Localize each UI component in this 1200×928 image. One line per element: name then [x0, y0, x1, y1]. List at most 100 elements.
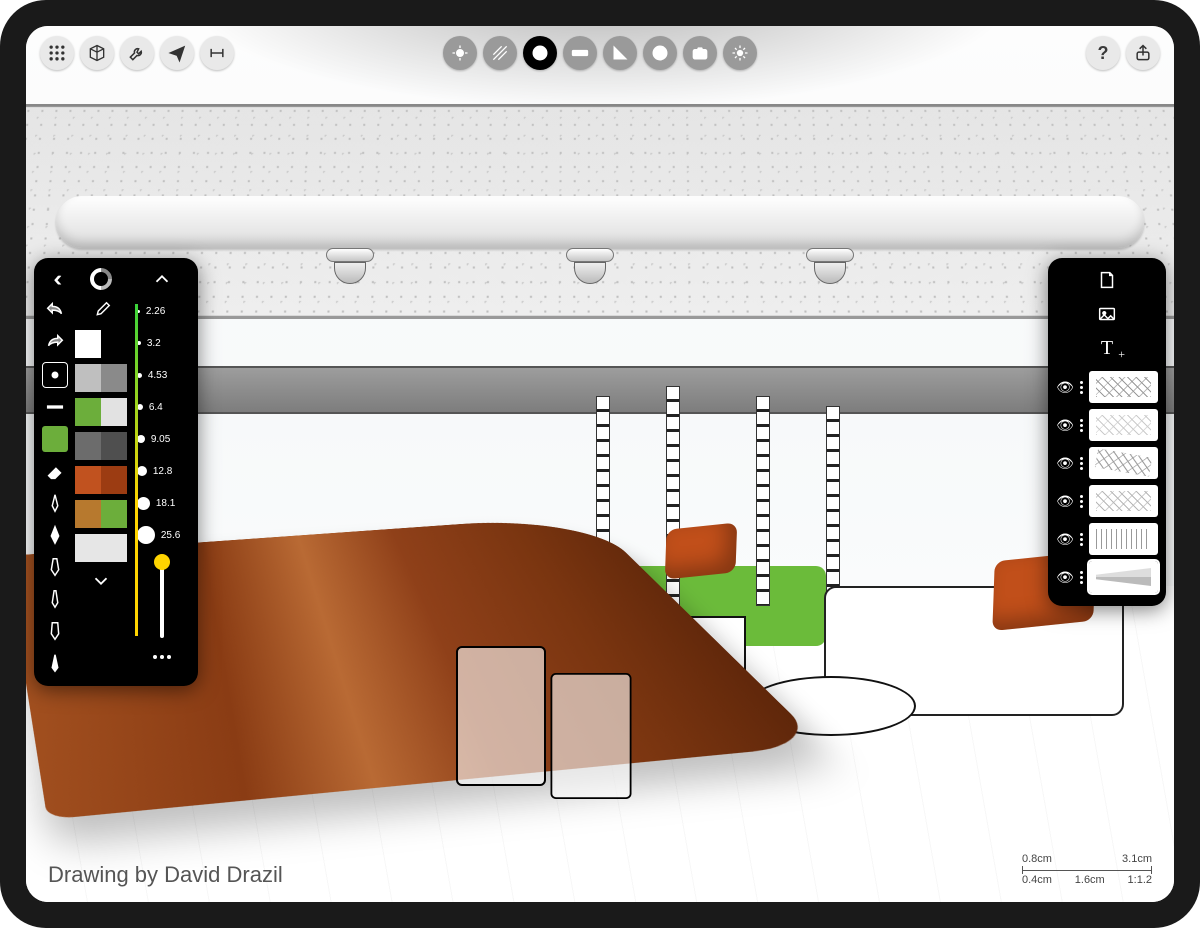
- layer-thumbnail[interactable]: [1089, 561, 1158, 593]
- canvas-lamp: [806, 248, 854, 288]
- layer-row[interactable]: 👁: [1054, 482, 1160, 520]
- visibility-icon[interactable]: 👁: [1056, 493, 1074, 510]
- pen-brush-icon[interactable]: [42, 522, 68, 548]
- eyedropper-icon[interactable]: [88, 298, 114, 324]
- chevron-up-icon[interactable]: [149, 266, 175, 292]
- scale-val: 3.1cm: [1122, 852, 1152, 867]
- text-layer-icon[interactable]: T+: [1095, 336, 1119, 360]
- wrench-icon[interactable]: [120, 36, 154, 70]
- canvas-lamp: [566, 248, 614, 288]
- brush-size-option[interactable]: 12.8: [133, 458, 192, 484]
- swatch-row[interactable]: [75, 432, 127, 460]
- brush-size-option[interactable]: 6.4: [133, 394, 192, 420]
- ruler-icon[interactable]: [563, 36, 597, 70]
- layer-row[interactable]: 👁: [1054, 368, 1160, 406]
- brush-size-option[interactable]: 18.1: [133, 490, 192, 516]
- drawing-canvas[interactable]: [26, 26, 1174, 902]
- pen-fine-icon[interactable]: [42, 490, 68, 516]
- scale-val: 1.6cm: [1075, 873, 1105, 888]
- camera-icon[interactable]: [683, 36, 717, 70]
- visibility-icon[interactable]: 👁: [1056, 569, 1074, 586]
- canvas-tree: [826, 406, 840, 596]
- gear-icon[interactable]: [723, 36, 757, 70]
- size-label: 12.8: [153, 466, 172, 477]
- brush-size-option[interactable]: 4.53: [133, 362, 192, 388]
- brush-size-option[interactable]: 9.05: [133, 426, 192, 452]
- hatch-icon[interactable]: [483, 36, 517, 70]
- swatch-row[interactable]: [75, 398, 127, 426]
- chevron-down-icon[interactable]: [88, 568, 114, 594]
- redo-icon[interactable]: [42, 330, 68, 356]
- layer-options-icon[interactable]: [1080, 571, 1083, 584]
- visibility-icon[interactable]: 👁: [1056, 531, 1074, 548]
- layer-options-icon[interactable]: [1080, 381, 1083, 394]
- layer-thumbnail[interactable]: [1089, 447, 1158, 479]
- share-icon[interactable]: [1126, 36, 1160, 70]
- grid-icon[interactable]: [40, 36, 74, 70]
- swatch-row[interactable]: [75, 500, 127, 528]
- move-3d-icon[interactable]: [443, 36, 477, 70]
- layer-options-icon[interactable]: [1080, 495, 1083, 508]
- layer-thumbnail[interactable]: [1089, 523, 1158, 555]
- measure-tool-icon[interactable]: [200, 36, 234, 70]
- layer-row[interactable]: 👁: [1054, 558, 1160, 596]
- swatch-row[interactable]: [75, 364, 127, 392]
- new-layer-icon[interactable]: [1095, 268, 1119, 292]
- drawing-credit: Drawing by David Drazil: [48, 862, 283, 888]
- brush-preset-line[interactable]: [42, 394, 68, 420]
- undo-icon[interactable]: [42, 298, 68, 324]
- collapse-palette[interactable]: ‹‹: [53, 266, 56, 292]
- layer-row[interactable]: 👁: [1054, 520, 1160, 558]
- scale-ratio: 1:1.2: [1128, 873, 1152, 888]
- swatch-row[interactable]: [75, 466, 127, 494]
- toolbar-right: ?: [1086, 36, 1160, 70]
- scale-indicator: 0.8cm 3.1cm 0.4cm 1.6cm 1:1.2: [1022, 852, 1152, 888]
- pen-technical-icon[interactable]: [42, 586, 68, 612]
- canvas-tree: [666, 386, 680, 626]
- brush-size-option[interactable]: 2.26: [133, 298, 192, 324]
- brush-size-option[interactable]: 25.6: [133, 522, 192, 548]
- clock-icon[interactable]: [523, 36, 557, 70]
- layer-thumbnail[interactable]: [1089, 409, 1158, 441]
- layer-row[interactable]: 👁: [1054, 406, 1160, 444]
- size-label: 25.6: [161, 530, 180, 541]
- brush-size-slider[interactable]: [160, 558, 164, 638]
- swatch-row[interactable]: [75, 330, 127, 358]
- pen-air-icon[interactable]: [42, 618, 68, 644]
- tablet-frame: ? ‹‹: [0, 0, 1200, 928]
- layer-options-icon[interactable]: [1080, 419, 1083, 432]
- layer-options-icon[interactable]: [1080, 457, 1083, 470]
- swatch-row[interactable]: [75, 534, 127, 562]
- visibility-icon[interactable]: 👁: [1056, 455, 1074, 472]
- canvas-lamp: [326, 248, 374, 288]
- brush-size-option[interactable]: 3.2: [133, 330, 192, 356]
- tool-palette: ‹‹: [34, 258, 198, 686]
- help-icon[interactable]: ?: [1086, 36, 1120, 70]
- scale-val: 0.8cm: [1022, 852, 1052, 867]
- scale-val: 0.4cm: [1022, 873, 1052, 888]
- fill-bucket-icon[interactable]: [42, 426, 68, 452]
- image-layer-icon[interactable]: [1095, 302, 1119, 326]
- brush-preset-dot[interactable]: [42, 362, 68, 388]
- pen-marker-icon[interactable]: [42, 554, 68, 580]
- canvas-pillow: [665, 522, 737, 579]
- text-glyph: T: [1101, 337, 1113, 360]
- cube-icon[interactable]: [80, 36, 114, 70]
- eraser-icon[interactable]: [42, 458, 68, 484]
- visibility-icon[interactable]: 👁: [1056, 417, 1074, 434]
- set-square-icon[interactable]: [603, 36, 637, 70]
- layer-thumbnail[interactable]: [1089, 485, 1158, 517]
- toolbar-center: [443, 36, 757, 70]
- more-icon[interactable]: [149, 644, 175, 670]
- pen-ink-icon[interactable]: [42, 650, 68, 676]
- no-entry-icon[interactable]: [643, 36, 677, 70]
- size-label: 18.1: [156, 498, 175, 509]
- layer-thumbnail[interactable]: [1089, 371, 1158, 403]
- send-to-icon[interactable]: [160, 36, 194, 70]
- visibility-icon[interactable]: 👁: [1056, 379, 1074, 396]
- size-indicator-bar: [135, 304, 138, 636]
- layer-options-icon[interactable]: [1080, 533, 1083, 546]
- color-wheel[interactable]: [88, 266, 114, 292]
- canvas-tree: [756, 396, 770, 606]
- layer-row[interactable]: 👁: [1054, 444, 1160, 482]
